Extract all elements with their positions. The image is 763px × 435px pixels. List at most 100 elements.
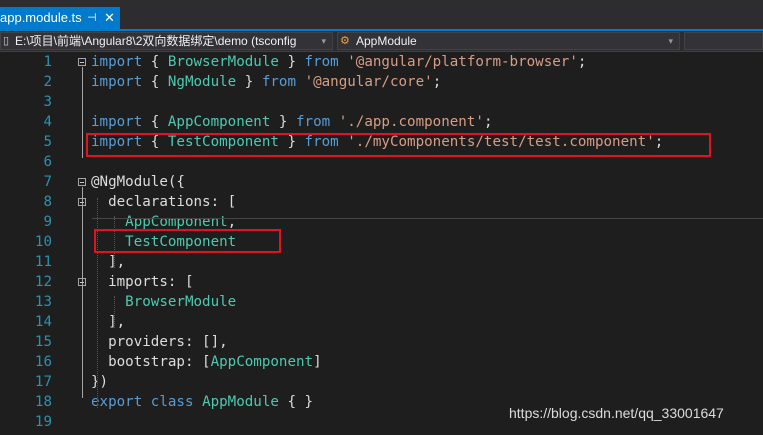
close-icon[interactable]: ✕ — [104, 7, 115, 29]
line-number: 7 — [43, 174, 52, 190]
class-icon: ⚙ — [340, 35, 350, 47]
project-dropdown[interactable]: ▯ E:\项目\前端\Angular8\2双向数据绑定\demo (tsconf… — [0, 32, 333, 50]
code-token: from — [304, 54, 339, 70]
code-token: './app.component' — [338, 114, 484, 130]
code-token: AppComponent — [167, 114, 271, 130]
code-token: import — [91, 74, 143, 90]
code-token: { — [142, 74, 168, 90]
project-path: E:\项目\前端\Angular8\2双向数据绑定\demo (tsconfig — [15, 34, 297, 48]
fold-toggle-ngmodule[interactable] — [78, 178, 86, 186]
code-token: } — [270, 114, 296, 130]
member-dropdown[interactable] — [684, 32, 763, 50]
code-text: declarations: [ — [91, 192, 236, 212]
code-line[interactable]: 1 import { BrowserModule } from '@angular… — [0, 52, 763, 72]
code-token: imports: [ — [91, 274, 194, 290]
code-token: ] — [313, 354, 322, 370]
code-token: bootstrap: [ — [91, 354, 211, 370]
code-token: from — [296, 114, 331, 130]
fold-line-ngmodule — [82, 187, 83, 398]
line-number: 10 — [34, 234, 52, 250]
code-line[interactable]: 7 @NgModule({ — [0, 172, 763, 192]
highlight-declaration-testcomponent — [94, 229, 281, 253]
document-tab-bar: app.module.ts ⊣ ✕ — [0, 0, 763, 29]
scope-label: AppModule — [356, 34, 417, 48]
code-editor[interactable]: 1 import { BrowserModule } from '@angular… — [0, 52, 763, 435]
line-number: 17 — [34, 374, 52, 390]
code-text: import { NgModule } from '@angular/core'… — [91, 72, 441, 92]
code-line[interactable]: 4 import { AppComponent } from './app.com… — [0, 112, 763, 132]
line-number: 9 — [43, 214, 52, 230]
code-token: ; — [577, 54, 587, 70]
code-line[interactable]: 2 import { NgModule } from '@angular/core… — [0, 72, 763, 92]
code-line[interactable]: 12 imports: [ — [0, 272, 763, 292]
scope-dropdown[interactable]: ⚙ AppModule ▾ — [337, 32, 680, 50]
code-token: { — [142, 114, 168, 130]
code-line[interactable]: 16 bootstrap: [AppComponent] — [0, 352, 763, 372]
chevron-down-icon: ▾ — [321, 36, 326, 46]
fold-toggle-imports-array[interactable] — [78, 278, 86, 286]
code-token: BrowserModule — [125, 294, 237, 310]
code-token: import — [91, 114, 143, 130]
code-line[interactable]: 8 declarations: [ — [0, 192, 763, 212]
navigation-bar: ▯ E:\项目\前端\Angular8\2双向数据绑定\demo (tsconf… — [0, 31, 763, 52]
code-text: export class AppModule { } — [91, 392, 313, 412]
line-number: 14 — [34, 314, 52, 330]
code-text: @NgModule({ — [91, 172, 185, 192]
line-number: 4 — [43, 114, 52, 130]
code-token: ; — [483, 114, 493, 130]
code-token: providers: [], — [91, 334, 228, 350]
code-token: AppComponent — [210, 354, 314, 370]
code-text: import { BrowserModule } from '@angular/… — [91, 52, 586, 72]
line-number: 1 — [43, 54, 52, 70]
code-token: BrowserModule — [167, 54, 279, 70]
code-token: AppModule — [202, 394, 279, 410]
code-text: BrowserModule — [91, 292, 236, 312]
code-token: }) — [91, 374, 109, 390]
code-token: { } — [278, 394, 314, 410]
code-token: '@angular/core' — [304, 74, 433, 90]
tab-label: app.module.ts — [0, 10, 82, 25]
fold-line-imports — [82, 67, 83, 158]
watermark: https://blog.csdn.net/qq_33001647 — [509, 405, 724, 421]
code-token: '@angular/platform-browser' — [347, 54, 578, 70]
line-number: 13 — [34, 294, 52, 310]
chevron-down-icon: ▾ — [668, 36, 673, 46]
line-number: 18 — [34, 394, 52, 410]
code-token: NgModule — [167, 74, 237, 90]
code-token: , — [227, 214, 237, 230]
current-line-indicator — [92, 218, 763, 219]
fold-toggle-imports[interactable] — [78, 58, 86, 66]
code-token: } — [236, 74, 262, 90]
line-number: 3 — [43, 94, 52, 110]
line-number: 5 — [43, 134, 52, 150]
code-token: { — [142, 54, 168, 70]
code-token: ; — [432, 74, 442, 90]
code-text: providers: [], — [91, 332, 228, 352]
line-number: 8 — [43, 194, 52, 210]
line-number: 19 — [34, 414, 52, 430]
code-token: @NgModule({ — [91, 174, 185, 190]
code-token: declarations: [ — [91, 194, 237, 210]
fold-toggle-declarations[interactable] — [78, 198, 86, 206]
code-text: import { AppComponent } from './app.comp… — [91, 112, 492, 132]
code-token: } — [278, 54, 305, 70]
tab-app-module[interactable]: app.module.ts ⊣ ✕ — [0, 7, 120, 29]
line-number: 12 — [34, 274, 52, 290]
line-number: 6 — [43, 154, 52, 170]
code-line[interactable]: 3 — [0, 92, 763, 112]
code-token: class — [150, 394, 194, 410]
code-text: }) — [91, 372, 108, 392]
line-number: 16 — [34, 354, 52, 370]
indent-guide — [114, 296, 115, 328]
pin-icon[interactable]: ⊣ — [87, 7, 97, 29]
line-number: 11 — [34, 254, 52, 270]
line-number: 15 — [34, 334, 52, 350]
code-line[interactable]: 15 providers: [], — [0, 332, 763, 352]
code-text: bootstrap: [AppComponent] — [91, 352, 322, 372]
code-line[interactable]: 17}) — [0, 372, 763, 392]
